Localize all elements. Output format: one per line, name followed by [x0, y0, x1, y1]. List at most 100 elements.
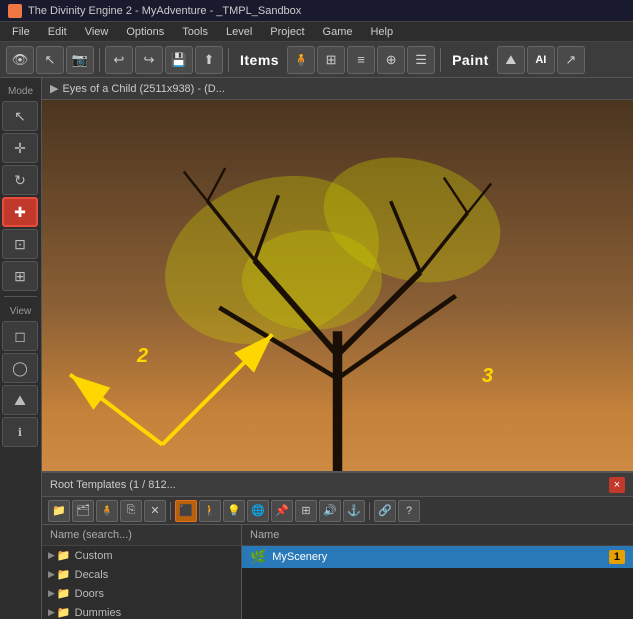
toolbar-grid-btn[interactable]: ⊞	[317, 46, 345, 74]
viewport-tab[interactable]: ▶ Eyes of a Child (2511x938) - (D...	[42, 78, 633, 100]
scale-tool-btn[interactable]: ⊡	[2, 229, 38, 259]
bp-sep-2	[369, 502, 370, 520]
menu-level[interactable]: Level	[218, 24, 260, 40]
viewport[interactable]: 2 3 Root Templates (1 / 812... × 📁 🗂 🧍 ⎘…	[42, 100, 633, 619]
menu-tools[interactable]: Tools	[174, 24, 216, 40]
scenery-tree-icon: 🌿	[250, 549, 266, 565]
bottom-panel-close-btn[interactable]: ×	[609, 477, 625, 493]
select-tool-btn[interactable]: ↖	[2, 101, 38, 131]
viewport-tab-label: Eyes of a Child (2511x938) - (D...	[62, 83, 224, 95]
template-tree-list: Name (search...) ▶ 📁 Custom ▶ 📁 Decals	[42, 525, 242, 619]
tree-item-dummies[interactable]: ▶ 📁 Dummies	[42, 603, 241, 619]
toolbar-sep-2	[228, 48, 229, 72]
terrain-view-btn[interactable]: ⛰	[2, 385, 38, 415]
toolbar: 👁 ↖ 📷 ↩ ↪ 💾 ⬆ Items 🧍 ⊞ ≡ ⊕ ☰ Paint ⛰ AI…	[0, 42, 633, 78]
bp-sep-1	[170, 502, 171, 520]
bp-anchor-btn[interactable]: ⚓	[343, 500, 365, 522]
scenery-column-name: Name	[242, 525, 633, 546]
bp-folder2-btn[interactable]: 🗂	[72, 500, 94, 522]
side-divider-1	[4, 296, 37, 297]
title-text: The Divinity Engine 2 - MyAdventure - _T…	[28, 5, 301, 17]
bp-globe-btn[interactable]: 🌐	[247, 500, 269, 522]
menu-help[interactable]: Help	[362, 24, 401, 40]
toolbar-eye-btn[interactable]: 👁	[6, 46, 34, 74]
toolbar-layers-btn[interactable]: ≡	[347, 46, 375, 74]
toolbar-cursor-btn[interactable]: ↖	[36, 46, 64, 74]
bp-speaker-btn[interactable]: 🔊	[319, 500, 341, 522]
title-bar: The Divinity Engine 2 - MyAdventure - _T…	[0, 0, 633, 22]
folder-icon-doors: 📁	[57, 587, 71, 600]
sphere-view-btn[interactable]: ◯	[2, 353, 38, 383]
bp-walk-btn[interactable]: 🚶	[199, 500, 221, 522]
expand-icon-decals: ▶	[48, 569, 55, 580]
move-tool-btn[interactable]: ✛	[2, 133, 38, 163]
arrow-num-3: 3	[482, 365, 493, 388]
viewport-container: ▶ Eyes of a Child (2511x938) - (D...	[42, 78, 633, 619]
folder-icon-dummies: 📁	[57, 606, 71, 619]
bp-grid-btn[interactable]: ⊞	[295, 500, 317, 522]
yellow-highlight-center	[242, 230, 382, 330]
expand-icon-doors: ▶	[48, 588, 55, 599]
bp-new-folder-btn[interactable]: 📁	[48, 500, 70, 522]
bottom-panel-header: Root Templates (1 / 812... ×	[42, 473, 633, 497]
tree-item-decals[interactable]: ▶ 📁 Decals	[42, 565, 241, 584]
place-tool-btn[interactable]: ✚	[2, 197, 38, 227]
toolbar-list-btn[interactable]: ☰	[407, 46, 435, 74]
view-section-label: View	[2, 302, 39, 319]
toolbar-cursor2-btn[interactable]: ↗	[557, 46, 585, 74]
toolbar-undo-btn[interactable]: ↩	[105, 46, 133, 74]
expand-icon-custom: ▶	[48, 550, 55, 561]
tree-item-custom[interactable]: ▶ 📁 Custom	[42, 546, 241, 565]
toolbar-redo-btn[interactable]: ↪	[135, 46, 163, 74]
bp-copy-btn[interactable]: ⎘	[120, 500, 142, 522]
folder-icon-decals: 📁	[57, 568, 71, 581]
bp-orange-btn[interactable]: ⬛	[175, 500, 197, 522]
toolbar-sep-1	[99, 48, 100, 72]
arrow-num-2: 2	[137, 345, 148, 368]
menu-view[interactable]: View	[77, 24, 117, 40]
toolbar-export-btn[interactable]: ⬆	[195, 46, 223, 74]
bottom-panel-title: Root Templates (1 / 812...	[50, 479, 176, 491]
toolbar-ai-label-btn[interactable]: AI	[527, 46, 555, 74]
tree-item-doors[interactable]: ▶ 📁 Doors	[42, 584, 241, 603]
box-view-btn[interactable]: ◻	[2, 321, 38, 351]
bp-delete-btn[interactable]: ✕	[144, 500, 166, 522]
menu-edit[interactable]: Edit	[40, 24, 75, 40]
info-view-btn[interactable]: ℹ	[2, 417, 38, 447]
toolbar-camera-btn[interactable]: 📷	[66, 46, 94, 74]
app-icon	[8, 4, 22, 18]
menu-options[interactable]: Options	[118, 24, 172, 40]
bp-link-btn[interactable]: 🔗	[374, 500, 396, 522]
toolbar-items-label: Items	[234, 52, 285, 68]
expand-icon-dummies: ▶	[48, 607, 55, 618]
scenery-panel: Name 🌿 MyScenery 1	[242, 525, 633, 619]
menu-file[interactable]: File	[4, 24, 38, 40]
rotate-tool-btn[interactable]: ↻	[2, 165, 38, 195]
my-scenery-item[interactable]: 🌿 MyScenery 1	[242, 546, 633, 568]
toolbar-paint-label: Paint	[446, 52, 495, 68]
menu-project[interactable]: Project	[262, 24, 312, 40]
menu-bar: File Edit View Options Tools Level Proje…	[0, 22, 633, 42]
viewport-tab-arrow: ▶	[50, 82, 58, 95]
bp-question-btn[interactable]: ?	[398, 500, 420, 522]
bp-light-btn[interactable]: 💡	[223, 500, 245, 522]
left-sidebar: Mode ↖ ✛ ↻ ✚ ⊡ ⊞ View ◻ ◯ ⛰ ℹ	[0, 78, 42, 619]
toolbar-mountain-btn[interactable]: ⛰	[497, 46, 525, 74]
toolbar-target-btn[interactable]: ⊕	[377, 46, 405, 74]
my-scenery-label: MyScenery	[272, 551, 327, 563]
bottom-panel-content: Name (search...) ▶ 📁 Custom ▶ 📁 Decals	[42, 525, 633, 619]
bp-person-btn[interactable]: 🧍	[96, 500, 118, 522]
toolbar-sep-3	[440, 48, 441, 72]
scenery-badge: 1	[609, 550, 625, 564]
bottom-panel: Root Templates (1 / 812... × 📁 🗂 🧍 ⎘ ✕ ⬛…	[42, 471, 633, 619]
tree-list-column-name: Name (search...)	[42, 525, 241, 546]
main-area: Mode ↖ ✛ ↻ ✚ ⊡ ⊞ View ◻ ◯ ⛰ ℹ ▶ Eyes of …	[0, 78, 633, 619]
toolbar-save-btn[interactable]: 💾	[165, 46, 193, 74]
transform-tool-btn[interactable]: ⊞	[2, 261, 38, 291]
folder-icon-custom: 📁	[57, 549, 71, 562]
mode-section-label: Mode	[2, 82, 39, 99]
toolbar-person-btn[interactable]: 🧍	[287, 46, 315, 74]
bp-pin-btn[interactable]: 📌	[271, 500, 293, 522]
bottom-panel-toolbar: 📁 🗂 🧍 ⎘ ✕ ⬛ 🚶 💡 🌐 📌 ⊞ 🔊 ⚓ 🔗 ?	[42, 497, 633, 525]
menu-game[interactable]: Game	[315, 24, 361, 40]
